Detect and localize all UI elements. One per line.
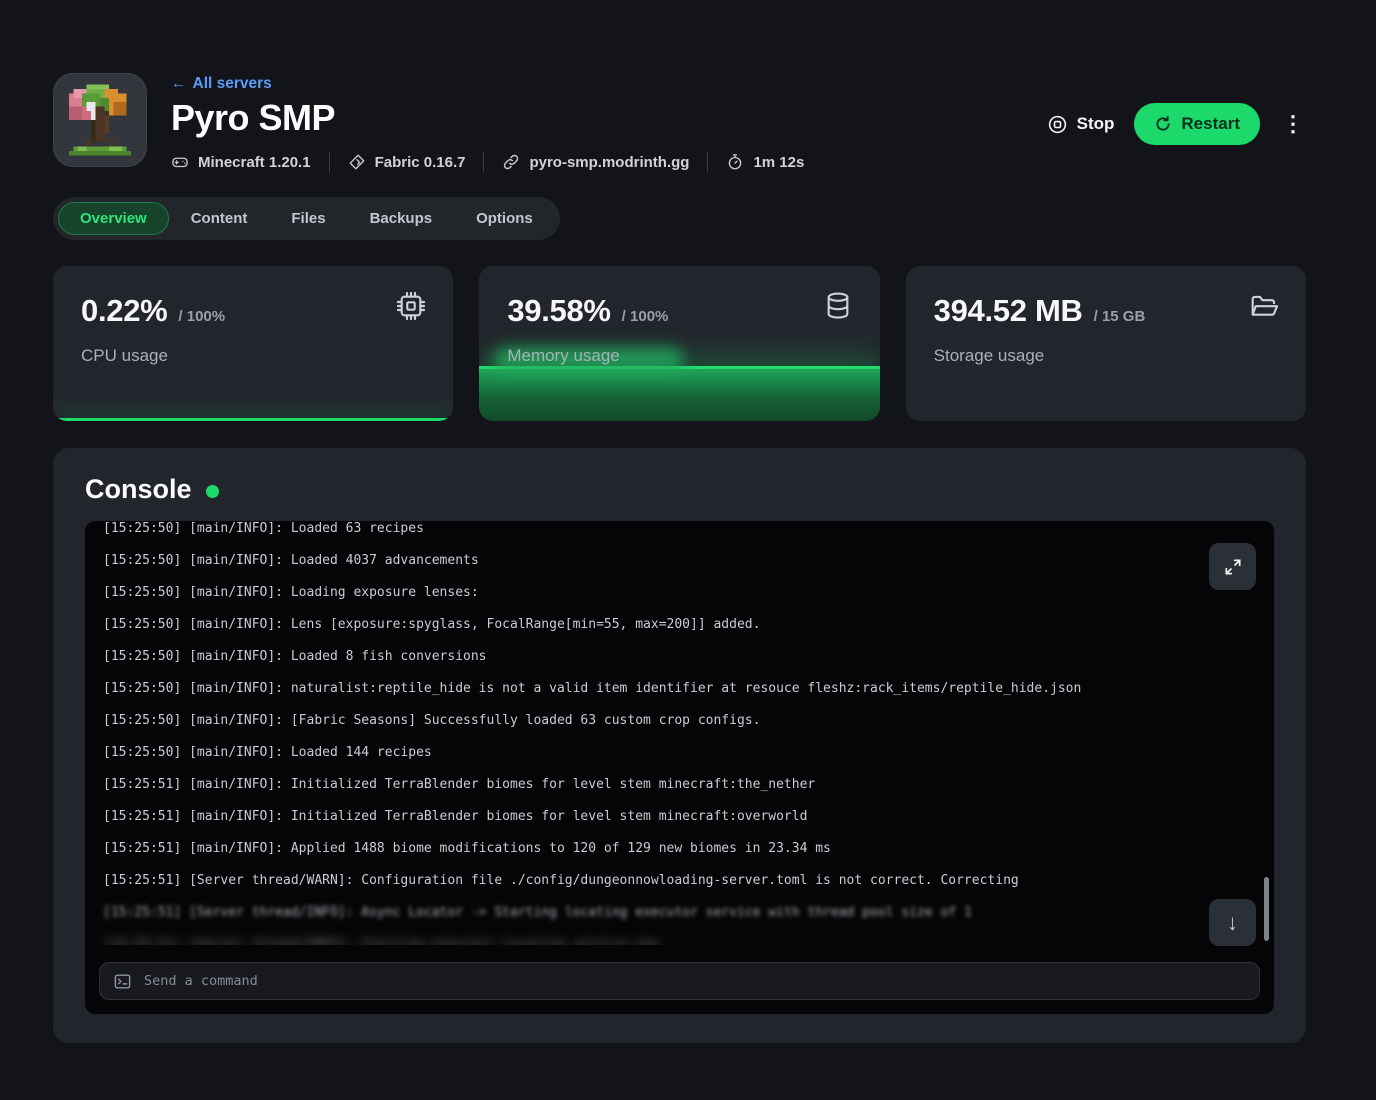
- console-line: [15:25:50] [main/INFO]: Loading exposure…: [103, 577, 1184, 609]
- console-log[interactable]: [15:25:50] [main/INFO]: Loaded 63 recipe…: [85, 521, 1274, 945]
- console-panel: [15:25:50] [main/INFO]: Loaded 63 recipe…: [85, 521, 1274, 1014]
- back-arrow-icon: ←: [171, 75, 187, 93]
- cpu-chip-icon: [395, 290, 427, 322]
- storage-usage-limit: / 15 GB: [1094, 308, 1146, 325]
- storage-usage-card: 394.52 MB / 15 GB Storage usage: [906, 266, 1306, 421]
- stop-button-label: Stop: [1077, 114, 1115, 134]
- console-line: [15:25:50] [main/INFO]: Loaded 8 fish co…: [103, 641, 1184, 673]
- stop-circle-icon: [1047, 114, 1068, 135]
- memory-usage-label: Memory usage: [507, 346, 851, 366]
- meta-divider: [329, 152, 330, 172]
- console-line: [15:25:51] [main/INFO]: Initialized Terr…: [103, 801, 1184, 833]
- stopwatch-icon: [726, 153, 744, 171]
- cpu-usage-graph: [53, 418, 453, 421]
- memory-usage-card: 39.58% / 100% Memory usage: [479, 266, 879, 421]
- console-line: [15:25:51] [main/INFO]: Applied 1488 bio…: [103, 833, 1184, 865]
- database-icon: [822, 290, 854, 322]
- cpu-usage-card: 0.22% / 100% CPU usage: [53, 266, 453, 421]
- console-fullscreen-button[interactable]: [1209, 543, 1256, 590]
- cpu-usage-limit: / 100%: [178, 308, 225, 325]
- tab-files[interactable]: Files: [269, 202, 347, 235]
- console-line: [15:25:50] [main/INFO]: [Fabric Seasons]…: [103, 705, 1184, 737]
- scroll-to-bottom-button[interactable]: ↓: [1209, 899, 1256, 946]
- server-actions: Stop Restart ⋮: [1047, 103, 1306, 145]
- console-line: [15:25:50] [main/INFO]: Loaded 144 recip…: [103, 737, 1184, 769]
- storage-usage-label: Storage usage: [934, 346, 1278, 366]
- server-online-status-dot: [206, 485, 219, 498]
- console-title: Console: [85, 474, 192, 505]
- console-line: [15:25:51] [Server thread/WARN]: Configu…: [103, 865, 1184, 897]
- expand-icon: [1223, 557, 1243, 577]
- back-to-all-servers-link[interactable]: ← All servers: [171, 75, 804, 93]
- cpu-usage-label: CPU usage: [81, 346, 425, 366]
- console-line: [15:25:50] [main/INFO]: naturalist:repti…: [103, 673, 1184, 705]
- link-icon: [502, 153, 520, 171]
- back-link-label: All servers: [193, 75, 272, 93]
- server-meta-row: Minecraft 1.20.1 Fabric 0.16.7: [171, 152, 804, 172]
- meta-loader-label: Fabric 0.16.7: [375, 154, 466, 171]
- tab-options[interactable]: Options: [454, 202, 555, 235]
- meta-uptime-label: 1m 12s: [753, 154, 804, 171]
- terminal-prompt-icon: [113, 972, 132, 991]
- meta-address-label: pyro-smp.modrinth.gg: [529, 154, 689, 171]
- restart-button[interactable]: Restart: [1134, 103, 1260, 145]
- tab-overview[interactable]: Overview: [58, 202, 169, 235]
- storage-usage-value: 394.52 MB: [934, 293, 1083, 329]
- command-input-wrap: [99, 962, 1260, 1000]
- restart-icon: [1154, 115, 1172, 133]
- restart-button-label: Restart: [1181, 114, 1240, 134]
- gamepad-icon: [171, 153, 189, 171]
- memory-usage-value: 39.58%: [507, 293, 610, 329]
- stop-button[interactable]: Stop: [1047, 114, 1115, 135]
- memory-usage-limit: / 100%: [622, 308, 669, 325]
- more-options-kebab-icon[interactable]: ⋮: [1280, 109, 1306, 139]
- tab-backups[interactable]: Backups: [348, 202, 455, 235]
- tab-content[interactable]: Content: [169, 202, 270, 235]
- console-line: [15:25:50] [main/INFO]: Loaded 4037 adva…: [103, 545, 1184, 577]
- console-scrollbar-thumb[interactable]: [1264, 877, 1269, 941]
- cpu-usage-value: 0.22%: [81, 293, 167, 329]
- meta-loader-version: Fabric 0.16.7: [348, 153, 466, 171]
- meta-minecraft-label: Minecraft 1.20.1: [198, 154, 311, 171]
- folder-open-icon: [1248, 290, 1280, 322]
- meta-divider: [707, 152, 708, 172]
- console-line: [15:25:51] [Server thread/INFO]: Async L…: [103, 897, 1184, 929]
- server-avatar: [53, 73, 147, 167]
- meta-uptime: 1m 12s: [726, 153, 804, 171]
- fabric-icon: [348, 153, 366, 171]
- stats-row: 0.22% / 100% CPU usage 39.58% / 100% Mem…: [53, 266, 1306, 421]
- memory-usage-graph: [479, 366, 879, 421]
- console-card: Console [15:25:50] [main/INFO]: Loaded 6…: [53, 448, 1306, 1043]
- command-input[interactable]: [144, 973, 1246, 989]
- meta-minecraft-version: Minecraft 1.20.1: [171, 153, 311, 171]
- meta-divider: [483, 152, 484, 172]
- console-line: [15:25:50] [main/INFO]: Lens [exposure:s…: [103, 609, 1184, 641]
- server-tabbar: Overview Content Files Backups Options: [53, 197, 560, 240]
- console-line: [15:25:50] [main/INFO]: Loaded 63 recipe…: [103, 521, 1184, 545]
- seasons-tree-icon: [63, 80, 137, 160]
- page-title: Pyro SMP: [171, 97, 804, 139]
- console-line: [15:25:51] [Server thread/INFO]: Startin…: [103, 929, 1184, 945]
- meta-server-address[interactable]: pyro-smp.modrinth.gg: [502, 153, 689, 171]
- server-header: ← All servers Pyro SMP Minecraft 1.20.1: [53, 0, 1306, 172]
- console-line: [15:25:51] [main/INFO]: Initialized Terr…: [103, 769, 1184, 801]
